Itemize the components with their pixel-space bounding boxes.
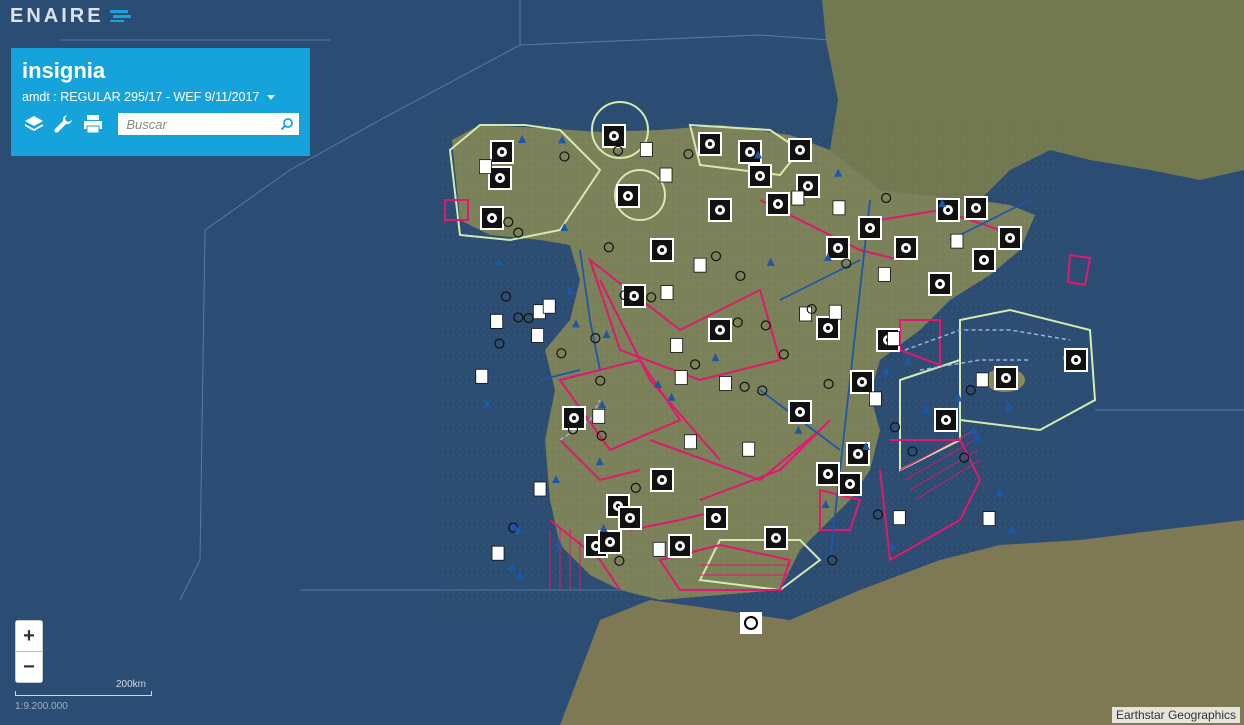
obstacle-icon[interactable] bbox=[659, 167, 673, 183]
obstacle-icon[interactable] bbox=[693, 257, 707, 273]
airport-icon[interactable] bbox=[602, 124, 626, 148]
search-input[interactable] bbox=[118, 114, 295, 134]
airport-icon[interactable] bbox=[788, 138, 812, 162]
airport-icon[interactable] bbox=[708, 198, 732, 222]
app-title: insignia bbox=[22, 58, 106, 83]
airport-icon[interactable] bbox=[972, 248, 996, 272]
airport-icon[interactable] bbox=[766, 192, 790, 216]
airport-icon[interactable] bbox=[480, 206, 504, 230]
obstacle-icon[interactable] bbox=[660, 285, 674, 301]
obstacle-icon[interactable] bbox=[982, 511, 996, 526]
airport-icon[interactable] bbox=[894, 236, 918, 260]
app-panel: insignia amdt : REGULAR 295/17 - WEF 9/1… bbox=[11, 48, 310, 156]
obstacle-icon[interactable] bbox=[742, 441, 756, 457]
search-icon bbox=[280, 118, 293, 131]
airport-icon[interactable] bbox=[708, 318, 732, 342]
amdt-label: amdt : REGULAR 295/17 - WEF 9/11/2017 bbox=[22, 90, 260, 104]
enaire-logo[interactable]: ENAIRE bbox=[10, 4, 132, 28]
obstacle-icon[interactable] bbox=[652, 541, 666, 557]
obstacle-icon[interactable] bbox=[791, 190, 805, 206]
search-box bbox=[118, 113, 299, 135]
search-button[interactable] bbox=[279, 116, 295, 132]
airport-icon[interactable] bbox=[998, 226, 1022, 250]
obstacle-icon[interactable] bbox=[490, 313, 504, 329]
airport-icon[interactable] bbox=[650, 238, 674, 262]
zoom-out-button[interactable]: − bbox=[16, 652, 42, 682]
scale-line bbox=[15, 691, 152, 696]
print-button[interactable] bbox=[81, 112, 104, 136]
airport-icon[interactable] bbox=[838, 472, 862, 496]
scale-ratio: 1:9.200.000 bbox=[15, 701, 68, 712]
airport-icon[interactable] bbox=[622, 284, 646, 308]
terrain-texture bbox=[440, 120, 1060, 610]
airport-icon[interactable] bbox=[650, 468, 674, 492]
obstacle-icon[interactable] bbox=[531, 328, 545, 343]
obstacle-icon[interactable] bbox=[799, 306, 812, 322]
airport-icon[interactable] bbox=[994, 366, 1018, 390]
airport-icon[interactable] bbox=[598, 530, 622, 554]
obstacle-icon[interactable] bbox=[670, 338, 684, 353]
airport-ceuta-marker[interactable] bbox=[740, 612, 762, 634]
airport-icon[interactable] bbox=[668, 534, 692, 558]
airport-icon[interactable] bbox=[858, 216, 882, 240]
obstacle-icon[interactable] bbox=[975, 372, 989, 388]
obstacle-icon[interactable] bbox=[533, 481, 547, 497]
obstacle-icon[interactable] bbox=[479, 159, 492, 175]
airport-icon[interactable] bbox=[748, 164, 772, 188]
airport-icon[interactable] bbox=[618, 506, 642, 530]
obstacle-icon[interactable] bbox=[832, 200, 846, 216]
scale-distance: 200km bbox=[116, 679, 147, 690]
map-attribution[interactable]: Earthstar Geographics bbox=[1111, 707, 1240, 723]
obstacle-icon[interactable] bbox=[683, 434, 697, 450]
obstacle-icon[interactable] bbox=[542, 298, 556, 314]
logo-lines-icon bbox=[109, 10, 131, 22]
toolbar bbox=[22, 112, 299, 136]
obstacle-icon[interactable] bbox=[892, 510, 906, 526]
airport-icon[interactable] bbox=[816, 316, 840, 340]
airport-icon[interactable] bbox=[1064, 348, 1088, 372]
obstacle-icon[interactable] bbox=[719, 376, 732, 391]
airport-icon[interactable] bbox=[764, 526, 788, 550]
airport-icon[interactable] bbox=[704, 506, 728, 530]
obstacle-icon[interactable] bbox=[887, 331, 900, 347]
layers-icon bbox=[24, 116, 43, 131]
obstacle-icon[interactable] bbox=[475, 368, 489, 384]
obstacle-icon[interactable] bbox=[950, 233, 964, 249]
print-icon bbox=[83, 115, 102, 134]
airport-icon[interactable] bbox=[490, 140, 514, 164]
chevron-down-icon bbox=[267, 94, 276, 100]
airport-icon[interactable] bbox=[936, 198, 960, 222]
wrench-icon bbox=[54, 115, 73, 133]
obstacle-icon[interactable] bbox=[877, 266, 891, 282]
obstacle-icon[interactable] bbox=[828, 304, 842, 320]
obstacle-icon[interactable] bbox=[592, 408, 606, 424]
airport-icon[interactable] bbox=[816, 462, 840, 486]
airport-icon[interactable] bbox=[826, 236, 850, 260]
tools-button[interactable] bbox=[51, 112, 74, 136]
obstacle-icon[interactable] bbox=[639, 142, 653, 157]
airport-icon[interactable] bbox=[616, 184, 640, 208]
logo-text: ENAIRE bbox=[10, 4, 104, 27]
airport-icon[interactable] bbox=[850, 370, 874, 394]
zoom-control: + − bbox=[15, 620, 43, 683]
airport-icon[interactable] bbox=[698, 132, 722, 156]
layers-button[interactable] bbox=[22, 112, 45, 136]
airport-icon[interactable] bbox=[964, 196, 988, 220]
airport-icon[interactable] bbox=[562, 406, 586, 430]
obstacle-icon[interactable] bbox=[674, 370, 688, 385]
obstacle-icon[interactable] bbox=[491, 545, 505, 561]
airport-icon[interactable] bbox=[928, 272, 952, 296]
airport-icon[interactable] bbox=[788, 400, 812, 424]
obstacle-icon[interactable] bbox=[869, 391, 882, 407]
airport-icon[interactable] bbox=[934, 408, 958, 432]
airport-icon[interactable] bbox=[488, 166, 512, 190]
zoom-in-button[interactable]: + bbox=[16, 621, 42, 651]
amdt-selector[interactable]: amdt : REGULAR 295/17 - WEF 9/11/2017 bbox=[22, 90, 299, 104]
